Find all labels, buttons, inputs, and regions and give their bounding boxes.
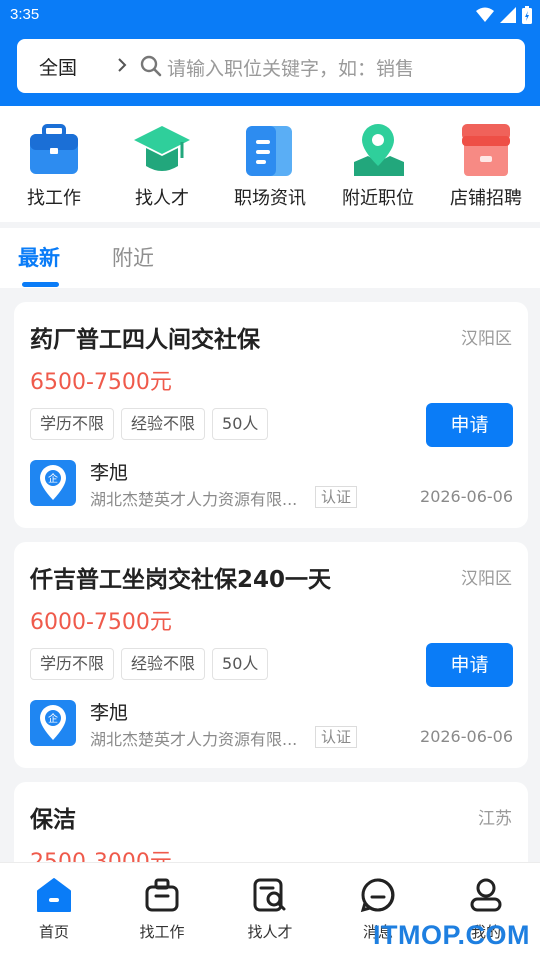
job-tag: 50人 (212, 408, 269, 440)
resume-search-icon (253, 878, 286, 912)
nav-home[interactable]: 首页 (0, 873, 108, 943)
job-title: 保洁 (30, 807, 76, 833)
signal-icon (500, 7, 516, 23)
post-date: 2026-06-06 (420, 727, 513, 746)
job-area: 汉阳区 (461, 569, 512, 589)
search-bar[interactable]: 全国 请输入职位关键字，如：销售 (17, 39, 525, 93)
job-tag: 经验不限 (121, 408, 206, 440)
news-icon (246, 126, 292, 176)
job-salary: 6000-7500元 (30, 610, 172, 635)
user-icon (470, 878, 502, 912)
svg-text:企: 企 (48, 472, 58, 485)
nav-find-job[interactable]: 找工作 (108, 873, 216, 943)
category-label: 职场资讯 (234, 188, 306, 209)
status-icons (476, 6, 532, 24)
tab-active-indicator (22, 282, 59, 287)
job-title: 药厂普工四人间交社保 (30, 327, 260, 353)
chevron-right-icon (118, 58, 127, 72)
category-store-recruit[interactable]: 店铺招聘 (432, 106, 540, 222)
status-bar: 3:35 (0, 0, 540, 32)
nav-label: 首页 (38, 923, 69, 941)
search-icon (140, 55, 162, 77)
category-grid: 找工作 找人才 职场资讯 附近职位 店铺招聘 (0, 106, 540, 222)
status-time: 3:35 (10, 6, 40, 23)
search-input[interactable]: 请输入职位关键字，如：销售 (167, 54, 414, 81)
job-card[interactable]: 仟吉普工坐岗交社保240一天 汉阳区 6000-7500元 学历不限 经验不限 … (14, 542, 528, 768)
tab-nearby[interactable]: 附近 (112, 242, 154, 272)
job-tag: 经验不限 (121, 648, 206, 680)
job-tags: 学历不限 经验不限 50人 (30, 648, 269, 680)
job-tags: 学历不限 经验不限 50人 (30, 408, 269, 440)
category-label: 找人才 (135, 188, 189, 209)
job-tag: 50人 (212, 648, 269, 680)
wifi-icon (476, 7, 494, 22)
header: 3:35 全国 请输入职位关键字，如：销售 (0, 0, 540, 106)
job-tag: 学历不限 (30, 408, 115, 440)
job-card[interactable]: 药厂普工四人间交社保 汉阳区 6500-7500元 学历不限 经验不限 50人 … (14, 302, 528, 528)
briefcase-outline-icon (145, 878, 179, 912)
home-icon (37, 878, 71, 912)
briefcase-icon (30, 124, 78, 174)
map-pin-icon (354, 124, 404, 176)
category-find-job[interactable]: 找工作 (0, 106, 108, 222)
category-label: 找工作 (27, 188, 81, 209)
city-selector[interactable]: 全国 (39, 53, 77, 80)
tab-latest[interactable]: 最新 (18, 242, 60, 272)
apply-button[interactable]: 申请 (426, 403, 513, 447)
feed-tabs: 最新 附近 (0, 228, 540, 288)
svg-text:企: 企 (48, 712, 58, 725)
job-salary: 6500-7500元 (30, 370, 172, 395)
company-logo: 企 (30, 700, 76, 746)
company-logo: 企 (30, 460, 76, 506)
watermark: ITMOP.COM (372, 920, 530, 950)
contact-name: 李旭 (90, 462, 129, 484)
company-name: 湖北杰楚英才人力资源有限... (90, 730, 298, 749)
verified-badge: 认证 (315, 486, 358, 508)
chat-bubble-icon (360, 878, 395, 913)
battery-icon (522, 6, 532, 24)
category-label: 店铺招聘 (450, 188, 522, 209)
job-tag: 学历不限 (30, 648, 115, 680)
apply-button[interactable]: 申请 (426, 643, 513, 687)
graduation-cap-icon (134, 126, 190, 171)
category-label: 附近职位 (342, 188, 414, 209)
category-find-talent[interactable]: 找人才 (108, 106, 216, 222)
store-icon (462, 124, 510, 176)
category-nearby-jobs[interactable]: 附近职位 (324, 106, 432, 222)
verified-badge: 认证 (315, 726, 358, 748)
job-area: 江苏 (478, 809, 512, 829)
nav-label: 找工作 (139, 923, 185, 941)
job-title: 仟吉普工坐岗交社保240一天 (30, 567, 332, 593)
contact-name: 李旭 (90, 702, 129, 724)
company-name: 湖北杰楚英才人力资源有限... (90, 490, 298, 509)
category-career-news[interactable]: 职场资讯 (216, 106, 324, 222)
nav-find-talent[interactable]: 找人才 (216, 873, 324, 943)
job-area: 汉阳区 (461, 329, 512, 349)
post-date: 2026-06-06 (420, 487, 513, 506)
nav-label: 找人才 (247, 923, 293, 941)
